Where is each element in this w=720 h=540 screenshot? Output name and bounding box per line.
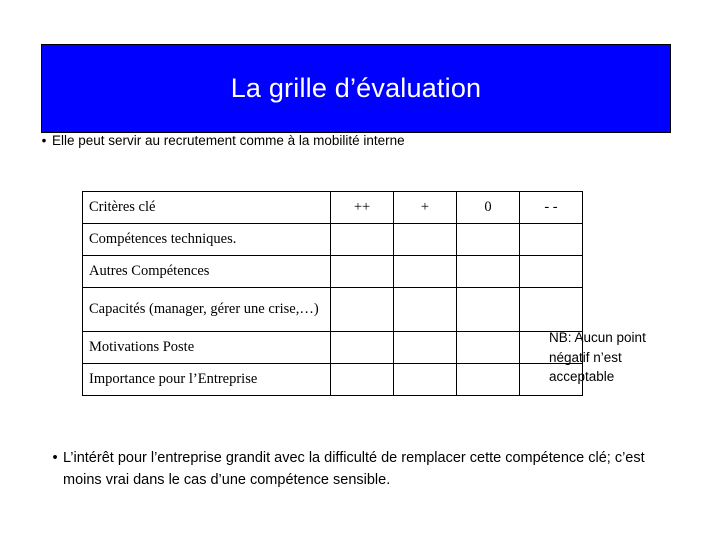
slide-canvas: La grille d’évaluation • Elle peut servi… [0, 0, 720, 540]
cell-empty[interactable] [393, 223, 457, 256]
cell-empty[interactable] [519, 223, 583, 256]
title-banner: La grille d’évaluation [41, 44, 671, 133]
cell-empty[interactable] [456, 363, 520, 396]
cell-empty[interactable] [330, 223, 394, 256]
intro-bullet: • Elle peut servir au recrutement comme … [36, 131, 676, 151]
row-label-capacites: Capacités (manager, gérer une crise,…) [82, 287, 331, 332]
cell-empty[interactable] [456, 287, 520, 332]
cell-empty[interactable] [519, 287, 583, 332]
bullet-marker-icon: • [52, 450, 58, 466]
row-label-competences-techniques: Compétences techniques. [82, 223, 331, 256]
cell-empty[interactable] [456, 331, 520, 364]
evaluation-grid-table: Critères clé ++ + 0 - - Compétences tech… [82, 191, 583, 396]
closing-bullet: • L’intérêt pour l’entreprise grandit av… [47, 448, 677, 492]
header-criteria: Critères clé [82, 191, 331, 224]
table-row: Motivations Poste [82, 331, 583, 364]
row-label-motivations-poste: Motivations Poste [82, 331, 331, 364]
header-mark-double-plus: ++ [330, 191, 394, 224]
row-label-importance-entreprise: Importance pour l’Entreprise [82, 363, 331, 396]
row-label-autres-competences: Autres Compétences [82, 255, 331, 288]
table-row: Importance pour l’Entreprise [82, 363, 583, 396]
cell-empty[interactable] [330, 255, 394, 288]
table-row: Autres Compétences [82, 255, 583, 288]
bullet-marker-icon: • [41, 133, 47, 148]
cell-empty[interactable] [456, 223, 520, 256]
table-header-row: Critères clé ++ + 0 - - [82, 191, 583, 224]
cell-empty[interactable] [330, 331, 394, 364]
closing-bullet-text: L’intérêt pour l’entreprise grandit avec… [63, 450, 645, 488]
cell-empty[interactable] [519, 255, 583, 288]
cell-empty[interactable] [393, 287, 457, 332]
table-row: Capacités (manager, gérer une crise,…) [82, 287, 583, 332]
cell-empty[interactable] [330, 363, 394, 396]
cell-empty[interactable] [393, 255, 457, 288]
table-row: Compétences techniques. [82, 223, 583, 256]
intro-bullet-text: Elle peut servir au recrutement comme à … [52, 133, 405, 148]
cell-empty[interactable] [393, 363, 457, 396]
page-title: La grille d’évaluation [230, 73, 482, 103]
cell-empty[interactable] [330, 287, 394, 332]
nb-note: NB: Aucun point négatif n’est acceptable [549, 330, 646, 385]
cell-empty[interactable] [456, 255, 520, 288]
header-mark-zero: 0 [456, 191, 520, 224]
cell-empty[interactable] [393, 331, 457, 364]
header-mark-double-minus: - - [519, 191, 583, 224]
header-mark-plus: + [393, 191, 457, 224]
